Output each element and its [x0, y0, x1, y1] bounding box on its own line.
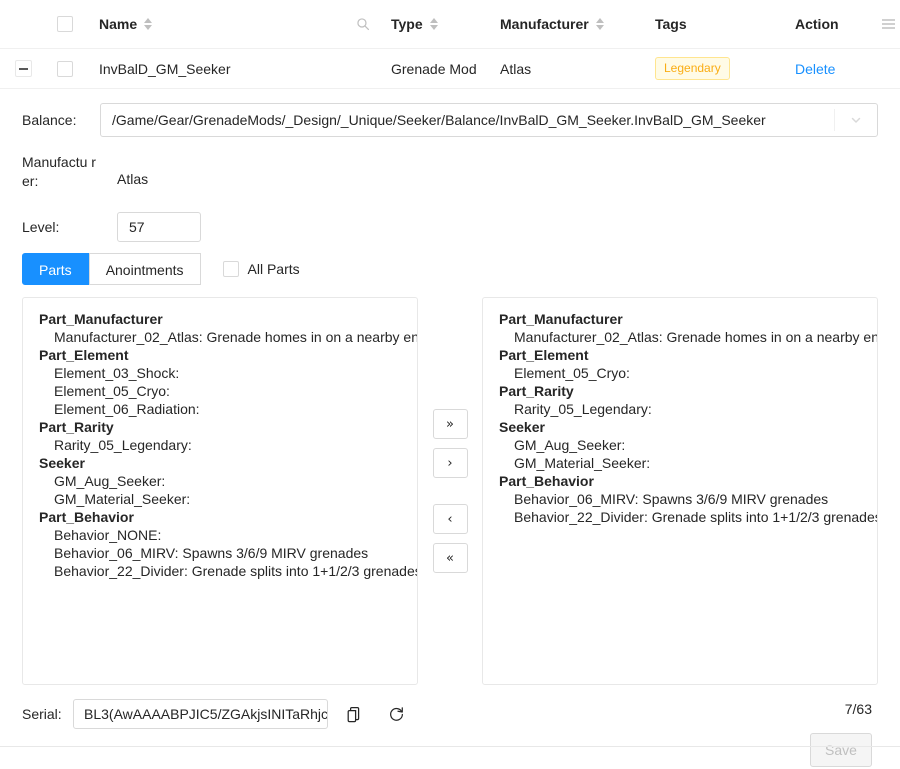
- move-all-right-button[interactable]: »: [432, 409, 468, 439]
- select-all-cell: [46, 16, 84, 32]
- parts-transfer: Part_Manufacturer Manufacturer_02_Atlas: …: [22, 297, 878, 685]
- items-table: Name Type Manufacturer Tags Action InvBa…: [0, 0, 900, 89]
- part-list-item[interactable]: GM_Aug_Seeker:: [23, 472, 417, 490]
- available-parts-panel[interactable]: Part_Manufacturer Manufacturer_02_Atlas: …: [22, 297, 418, 685]
- level-row: Level: 57: [22, 203, 878, 251]
- move-right-button[interactable]: ›: [432, 448, 468, 478]
- tab-parts[interactable]: Parts: [22, 253, 89, 285]
- part-group-title: Part_Behavior: [39, 509, 134, 525]
- refresh-icon: [389, 706, 403, 721]
- part-list-item[interactable]: Behavior_22_Divider: Grenade splits into…: [23, 562, 417, 580]
- part-list-item[interactable]: GM_Material_Seeker:: [483, 454, 877, 472]
- cell-type: Grenade Mod: [391, 60, 477, 77]
- column-header-name[interactable]: Name: [84, 16, 344, 32]
- part-group-title: Part_Element: [39, 347, 129, 363]
- part-list-item[interactable]: Manufacturer_02_Atlas: Grenade homes in …: [23, 328, 417, 346]
- cell-action: Delete: [775, 61, 875, 77]
- select-all-checkbox[interactable]: [57, 16, 73, 32]
- part-group-title: Part_Element: [499, 347, 589, 363]
- part-group-title: Part_Rarity: [499, 383, 574, 399]
- refresh-serial-button[interactable]: [380, 699, 412, 729]
- detail-footer: Serial: BL3(AwAAAABPJIC5/ZGAkjsINITaRhjc…: [22, 699, 878, 769]
- tab-anointments[interactable]: Anointments: [88, 253, 201, 285]
- sort-caret-icon[interactable]: [595, 18, 604, 30]
- part-list-item[interactable]: Behavior_06_MIRV: Spawns 3/6/9 MIRV gren…: [483, 490, 877, 508]
- move-all-left-button[interactable]: «: [432, 543, 468, 573]
- manufacturer-label: Manufactu rer:: [22, 154, 96, 189]
- manufacturer-row: Manufactu rer: Atlas: [22, 151, 878, 203]
- balance-select[interactable]: /Game/Gear/GrenadeMods/_Design/_Unique/S…: [100, 103, 878, 137]
- all-parts-checkbox[interactable]: [222, 261, 239, 277]
- selected-parts-panel[interactable]: Part_Manufacturer Manufacturer_02_Atlas: …: [482, 297, 878, 685]
- parts-count: 7/63: [844, 701, 872, 717]
- column-menu-icon[interactable]: [881, 19, 895, 29]
- sort-caret-icon[interactable]: [144, 18, 153, 30]
- part-group-title: Part_Rarity: [39, 419, 114, 435]
- part-group-title: Seeker: [499, 419, 545, 435]
- save-button[interactable]: Save: [810, 733, 872, 767]
- footer-right: 7/63 Save: [810, 699, 878, 767]
- part-list-item[interactable]: GM_Aug_Seeker:: [483, 436, 877, 454]
- copy-serial-button[interactable]: [338, 699, 370, 729]
- part-list-item[interactable]: GM_Material_Seeker:: [23, 490, 417, 508]
- transfer-buttons: » › ‹ «: [418, 297, 482, 685]
- status-badge: Legendary: [655, 57, 730, 80]
- manufacturer-value: Atlas: [117, 171, 149, 187]
- cell-manufacturer: Atlas: [500, 60, 532, 77]
- part-list-item[interactable]: Element_03_Shock:: [23, 364, 417, 382]
- part-group-title: Part_Behavior: [499, 473, 594, 489]
- item-detail-panel: Balance: /Game/Gear/GrenadeMods/_Design/…: [0, 89, 900, 769]
- part-group-title: Part_Manufacturer: [499, 311, 623, 327]
- column-header-type-label: Type: [391, 16, 423, 32]
- column-header-tags: Tags: [640, 16, 775, 32]
- column-header-tags-label: Tags: [655, 16, 687, 32]
- part-list-item[interactable]: Manufacturer_02_Atlas: Grenade homes in …: [483, 328, 877, 346]
- part-list-item[interactable]: Behavior_22_Divider: Grenade splits into…: [483, 508, 877, 526]
- row-select-cell[interactable]: [46, 60, 84, 77]
- column-header-name-label: Name: [99, 16, 138, 32]
- row-expand-cell[interactable]: [0, 60, 46, 77]
- delete-link[interactable]: Delete: [795, 61, 835, 77]
- part-list-item[interactable]: Element_06_Radiation:: [23, 400, 417, 418]
- part-list-item[interactable]: Rarity_05_Legendary:: [483, 400, 877, 418]
- selected-parts-list[interactable]: Part_Manufacturer Manufacturer_02_Atlas: …: [483, 310, 877, 684]
- available-parts-list[interactable]: Part_Manufacturer Manufacturer_02_Atlas: …: [23, 310, 417, 684]
- cell-name: InvBalD_GM_Seeker: [99, 60, 231, 77]
- balance-label: Balance:: [22, 112, 77, 128]
- balance-row: Balance: /Game/Gear/GrenadeMods/_Design/…: [22, 89, 878, 151]
- all-parts-toggle[interactable]: All Parts: [222, 261, 300, 277]
- part-list-item[interactable]: Behavior_06_MIRV: Spawns 3/6/9 MIRV gren…: [23, 544, 417, 562]
- sort-caret-icon[interactable]: [429, 18, 438, 30]
- part-list-item[interactable]: Behavior_NONE:: [23, 526, 417, 544]
- all-parts-label: All Parts: [247, 261, 300, 277]
- move-left-button[interactable]: ‹: [432, 504, 468, 534]
- column-settings-cell[interactable]: [875, 19, 900, 29]
- column-header-action: Action: [775, 16, 875, 32]
- column-header-action-label: Action: [795, 16, 839, 32]
- column-header-type[interactable]: Type: [370, 16, 500, 32]
- level-label: Level:: [22, 219, 60, 235]
- cell-tags: Legendary: [640, 57, 775, 80]
- column-header-manufacturer-label: Manufacturer: [500, 16, 589, 32]
- table-row[interactable]: InvBalD_GM_Seeker Grenade Mod Atlas Lege…: [0, 49, 900, 89]
- parts-tabs: Parts Anointments All Parts: [22, 253, 878, 285]
- collapse-row-icon[interactable]: [14, 60, 32, 77]
- chevron-down-icon[interactable]: [834, 109, 877, 131]
- balance-value: /Game/Gear/GrenadeMods/_Design/_Unique/S…: [112, 112, 766, 128]
- part-group-title: Part_Manufacturer: [39, 311, 163, 327]
- part-list-item[interactable]: Element_05_Cryo:: [23, 382, 417, 400]
- column-header-manufacturer[interactable]: Manufacturer: [500, 16, 640, 32]
- serial-label: Serial:: [22, 706, 62, 722]
- table-header-row: Name Type Manufacturer Tags Action: [0, 0, 900, 49]
- level-input[interactable]: 57: [117, 212, 201, 242]
- search-icon[interactable]: [356, 17, 370, 31]
- part-group-title: Seeker: [39, 455, 85, 471]
- name-search-cell[interactable]: [344, 17, 370, 31]
- row-select-checkbox[interactable]: [57, 60, 73, 77]
- part-list-item[interactable]: Rarity_05_Legendary:: [23, 436, 417, 454]
- part-list-item[interactable]: Element_05_Cryo:: [483, 364, 877, 382]
- serial-input[interactable]: BL3(AwAAAABPJIC5/ZGAkjsINITaRhjc: [73, 699, 328, 729]
- copy-icon: [347, 706, 360, 722]
